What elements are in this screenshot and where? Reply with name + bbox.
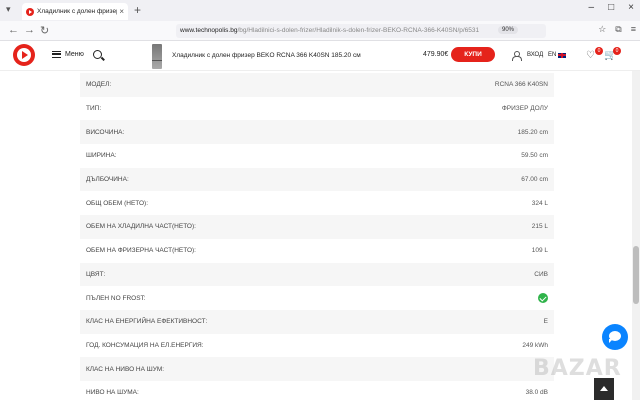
back-to-top-button[interactable] [594,378,614,400]
browser-toolbar: ← → ↻ www.technopolis.bg/bg/Hladilnici-s… [0,21,640,41]
wishlist-heart-icon[interactable]: ♡ [586,50,595,61]
spec-value: 109 L [531,247,548,255]
spec-row-energy-class: КЛАС НА ЕНЕРГИЙНА ЕФЕКТИВНОСТ: E [80,309,554,334]
maximize-button[interactable]: □ [608,2,614,13]
spec-value: 215 L [531,223,548,231]
spec-label: ВИСОЧИНА: [86,128,125,136]
spec-row-fridge-volume: ОБЕМ НА ХЛАДИЛНА ЧАСТ(НЕТО): 215 L [80,215,554,239]
spec-label: ОБЩ ОБЕМ (НЕТО): [86,199,148,207]
site-favicon-icon [26,7,34,16]
back-button[interactable]: ← [8,24,19,36]
spec-value: E [543,318,548,326]
tab-close-icon[interactable]: × [119,7,124,16]
new-tab-button[interactable]: + [134,3,141,17]
spec-value: СИВ [534,270,548,278]
spec-value: 38.0 dB [525,389,548,397]
spec-label: ОБЕМ НА ХЛАДИЛНА ЧАСТ(НЕТО): [86,223,196,231]
minimize-button[interactable]: – [589,2,595,13]
user-icon[interactable] [512,51,522,61]
product-price: 479.90€ [423,51,449,58]
checkmark-icon [538,293,548,304]
spec-value: 249 kWh [522,341,548,349]
spec-value: 67.00 cm [521,176,548,184]
spec-value: ФРИЗЕР ДОЛУ [501,105,548,113]
tab-title: Хладилник с долен фризер BEKO [37,8,117,15]
spec-row-color: ЦВЯТ: СИВ [80,262,554,287]
close-window-button[interactable]: × [628,2,634,13]
window-controls: – □ × [589,2,634,13]
product-thumbnail [152,44,162,69]
spec-label: ДЪЛБОЧИНА: [86,176,129,184]
spec-row-no-frost: ПЪЛЕН NO FROST: [80,286,554,310]
spec-label: ТИП: [86,105,102,113]
toolbar-right-icons: ☆ ⧉ ≡ [598,24,636,35]
spec-label: ГОД. КОНСУМАЦИЯ НА ЕЛ.ЕНЕРГИЯ: [86,341,204,349]
tab-list-icon[interactable]: ▾ [6,4,11,15]
spec-label: КЛАС НА ЕНЕРГИЙНА ЕФЕКТИВНОСТ: [86,318,208,326]
technopolis-logo[interactable] [13,44,35,66]
spec-label: ШИРИНА: [86,152,117,160]
app-menu-icon[interactable]: ≡ [631,24,636,35]
chat-bubble-button[interactable] [602,324,628,350]
spec-label: ПЪЛЕН NO FROST: [86,294,146,302]
uk-flag-icon [558,52,567,58]
bookmark-star-icon[interactable]: ☆ [598,24,606,35]
forward-button[interactable]: → [24,24,35,36]
spec-row-width: ШИРИНА: 59.50 cm [80,144,554,168]
site-header: Меню Хладилник с долен фризер BEKO RCNA … [0,41,640,71]
login-link[interactable]: ВХОД [527,52,543,58]
spec-label: КЛАС НА НИВО НА ШУМ: [86,365,165,373]
page-scrollbar[interactable] [632,71,640,400]
spec-value: 185.20 cm [517,128,548,136]
spec-row-freezer-volume: ОБЕМ НА ФРИЗЕРНА ЧАСТ(НЕТО): 109 L [80,239,554,263]
url-path: /bg/Hladilnici-s-dolen-frizer/Hladilnik-… [237,27,480,34]
spec-value: RCNA 366 K40SN [494,81,548,89]
specs-table: МОДЕЛ: RCNA 366 K40SN ТИП: ФРИЗЕР ДОЛУ В… [80,73,554,400]
scrollbar-thumb[interactable] [633,246,639,304]
browser-tab-strip: ▾ Хладилник с долен фризер BEKO × + – □ … [0,0,640,21]
spec-value: 324 L [531,199,548,207]
spec-row-energy-consumption: ГОД. КОНСУМАЦИЯ НА ЕЛ.ЕНЕРГИЯ: 249 kWh [80,334,554,358]
url-host: www.technopolis.bg [180,27,238,34]
spec-row-height: ВИСОЧИНА: 185.20 cm [80,120,554,145]
language-switch[interactable]: EN [548,52,567,58]
spec-label: ОБЕМ НА ФРИЗЕРНА ЧАСТ(НЕТО): [86,247,196,255]
extensions-icon[interactable]: ⧉ [615,24,621,35]
spec-row-noise-level: НИВО НА ШУМА: 38.0 dB [80,381,554,400]
menu-button[interactable]: Меню [52,51,84,58]
wishlist-count-badge: 0 [595,47,603,55]
spec-row-noise-class: КЛАС НА НИВО НА ШУМ: [80,357,554,381]
spec-row-model: МОДЕЛ: RCNA 366 K40SN [80,73,554,97]
buy-button[interactable]: КУПИ [451,47,495,62]
spec-row-total-volume: ОБЩ ОБЕМ (НЕТО): 324 L [80,191,554,215]
address-bar[interactable]: www.technopolis.bg/bg/Hladilnici-s-dolen… [176,24,546,38]
browser-tab[interactable]: Хладилник с долен фризер BEKO × [22,3,128,20]
menu-label: Меню [65,51,84,58]
spec-label: ЦВЯТ: [86,270,106,278]
spec-row-type: ТИП: ФРИЗЕР ДОЛУ [80,97,554,121]
hamburger-icon [52,51,61,58]
spec-label: МОДЕЛ: [86,81,112,89]
zoom-indicator[interactable]: 90% [498,26,519,34]
cart-count-badge: 0 [613,47,621,55]
search-icon[interactable] [93,50,102,59]
reload-button[interactable]: ↻ [40,24,49,37]
product-name: Хладилник с долен фризер BEKO RCNA 366 K… [172,52,361,59]
spec-value: 59.50 cm [521,152,548,160]
language-label: EN [548,52,557,58]
spec-label: НИВО НА ШУМА: [86,389,139,397]
spec-row-depth: ДЪЛБОЧИНА: 67.00 cm [80,167,554,192]
